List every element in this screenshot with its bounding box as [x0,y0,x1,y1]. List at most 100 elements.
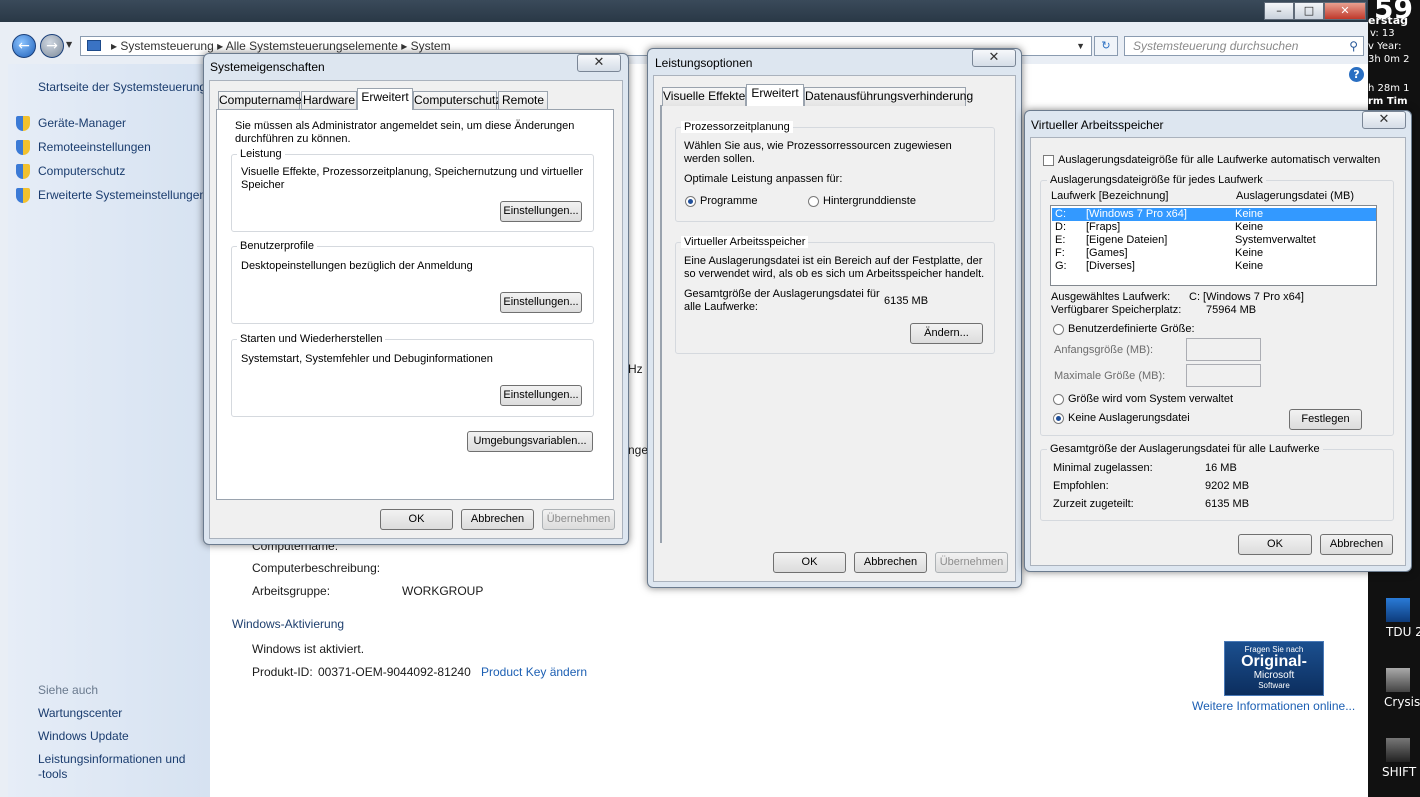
ok-button[interactable]: OK [380,509,453,530]
startup-settings-button[interactable]: Einstellungen... [500,385,582,406]
admin-note: Sie müssen als Administrator angemeldet … [235,120,575,145]
close-window-button[interactable]: ✕ [1324,2,1366,20]
list-item[interactable]: G: [Diverses] Keine [1052,260,1376,273]
genuine-microsoft-badge[interactable]: Fragen Sie nach Original- Microsoft Soft… [1224,641,1324,696]
set-button[interactable]: Festlegen [1289,409,1362,430]
list-item[interactable]: E: [Eigene Dateien] Systemverwaltet [1052,234,1376,247]
list-item[interactable]: C: [Windows 7 Pro x64] Keine [1052,208,1376,221]
drive-pagefile: Keine [1235,208,1264,220]
close-icon[interactable]: ✕ [1362,111,1406,129]
desktop-icon-label[interactable]: TDU 2 [1386,626,1420,639]
max-size-label: Maximale Größe (MB): [1054,370,1166,382]
services-label[interactable]: Hintergrunddienste [823,195,916,208]
custom-size-radio[interactable] [1053,324,1064,335]
chevron-down-icon[interactable]: ▼ [1076,37,1085,55]
column-header-drive: Laufwerk [Bezeichnung] [1051,190,1169,202]
tab-dep[interactable]: Datenausführungsverhinderung [804,87,973,106]
no-pagefile-radio[interactable] [1053,413,1064,424]
sidebar-home-link[interactable]: Startseite der Systemsteuerung [38,80,206,94]
list-item[interactable]: F: [Games] Keine [1052,247,1376,260]
more-info-link[interactable]: Weitere Informationen online... [1192,699,1355,713]
tab-remote[interactable]: Remote [498,91,548,110]
apply-button[interactable]: Übernehmen [935,552,1008,573]
initial-size-input[interactable] [1186,338,1261,361]
sidebar-item-remote[interactable]: Remoteeinstellungen [38,140,151,154]
change-product-key-link[interactable]: Product Key ändern [481,665,587,679]
maximize-button[interactable]: □ [1294,2,1324,20]
tab-computername[interactable]: Computername [218,91,302,110]
change-button[interactable]: Ändern... [910,323,983,344]
minimize-button[interactable]: – [1264,2,1294,20]
crysis2-icon[interactable] [1386,668,1410,692]
system-managed-radio[interactable] [1053,394,1064,405]
close-icon[interactable]: ✕ [577,54,621,72]
tab-system-protection[interactable]: Computerschutz [413,91,501,110]
cancel-button[interactable]: Abbrechen [1320,534,1393,555]
max-size-input[interactable] [1186,364,1261,387]
see-also-perf-info-cont[interactable]: -tools [38,767,67,781]
desktop-icon-label[interactable]: Crysis2 [1384,696,1420,709]
performance-settings-button[interactable]: Einstellungen... [500,201,582,222]
refresh-icon[interactable]: ↻ [1094,36,1118,56]
apply-button[interactable]: Übernehmen [542,509,615,530]
auto-manage-checkbox[interactable] [1043,155,1054,166]
sidebar-item-device-manager[interactable]: Geräte-Manager [38,116,126,130]
back-icon[interactable]: ← [12,34,36,58]
group-title: Prozessorzeitplanung [681,121,793,133]
profile-settings-button[interactable]: Einstellungen... [500,292,582,313]
group-description: Desktopeinstellungen bezüglich der Anmel… [241,260,473,272]
forward-icon[interactable]: → [40,34,64,58]
drive-label: [Diverses] [1086,260,1135,272]
group-title: Virtueller Arbeitsspeicher [681,236,809,248]
tab-hardware[interactable]: Hardware [301,91,357,110]
programs-radio[interactable] [685,196,696,207]
history-dropdown-icon[interactable]: ▼ [66,40,72,49]
tab-visual-effects[interactable]: Visuelle Effekte [662,87,746,106]
see-also-windows-update[interactable]: Windows Update [38,729,129,743]
breadcrumb-item[interactable]: System [411,39,451,53]
search-icon[interactable]: ⚲ [1349,37,1358,55]
drive-letter: F: [1055,247,1065,259]
min-allowed-label: Minimal zugelassen: [1053,462,1153,474]
tab-advanced[interactable]: Erweitert [746,84,804,106]
cancel-button[interactable]: Abbrechen [854,552,927,573]
see-also-perf-info[interactable]: Leistungsinformationen und [38,752,185,766]
group-title: Benutzerprofile [237,240,317,252]
no-pagefile-label[interactable]: Keine Auslagerungsdatei [1068,412,1190,425]
free-space-value: 75964 MB [1206,304,1257,316]
environment-variables-button[interactable]: Umgebungsvariablen... [467,431,593,452]
list-item[interactable]: D: [Fraps] Keine [1052,221,1376,234]
search-input[interactable]: Systemsteuerung durchsuchen ⚲ [1124,36,1364,56]
breadcrumb-item[interactable]: Alle Systemsteuerungselemente [226,39,398,53]
tdu2-icon[interactable] [1386,598,1410,622]
ok-button[interactable]: OK [1238,534,1312,555]
sidebar-item-advanced[interactable]: Erweiterte Systemeinstellungen [38,188,206,202]
drive-label: [Fraps] [1086,221,1121,233]
system-managed-label[interactable]: Größe wird vom System verwaltet [1068,393,1233,406]
dialog-title: Leistungsoptionen [655,56,753,70]
gadget-line: 3h 0m 2 [1368,54,1410,65]
close-icon[interactable]: ✕ [972,49,1016,67]
custom-size-label[interactable]: Benutzerdefinierte Größe: [1068,323,1195,336]
desktop-icon-label[interactable]: SHIFT 2 [1382,766,1420,779]
help-icon[interactable]: ? [1349,67,1364,82]
currently-allocated-value: 6135 MB [1205,498,1250,510]
breadcrumb-item[interactable]: Systemsteuerung [120,39,213,53]
day-label: erstag [1368,14,1408,27]
total-value: 6135 MB [884,295,929,307]
services-radio[interactable] [808,196,819,207]
sidebar-item-protection[interactable]: Computerschutz [38,164,125,178]
partial-text: nge [628,443,649,457]
ok-button[interactable]: OK [773,552,846,573]
breadcrumb-sep: ▸ [401,39,411,53]
control-panel-icon [87,40,101,51]
shift2-icon[interactable] [1386,738,1410,762]
auto-manage-label[interactable]: Auslagerungsdateigröße für alle Laufwerk… [1058,154,1380,167]
breadcrumb-sep: ▸ [111,39,121,53]
programs-label[interactable]: Programme [700,195,757,208]
see-also-action-center[interactable]: Wartungscenter [38,706,122,720]
dialog-title: Virtueller Arbeitsspeicher [1031,118,1164,132]
cancel-button[interactable]: Abbrechen [461,509,534,530]
tab-advanced[interactable]: Erweitert [357,88,413,110]
drive-list[interactable]: C: [Windows 7 Pro x64] Keine D: [Fraps] … [1050,205,1377,286]
